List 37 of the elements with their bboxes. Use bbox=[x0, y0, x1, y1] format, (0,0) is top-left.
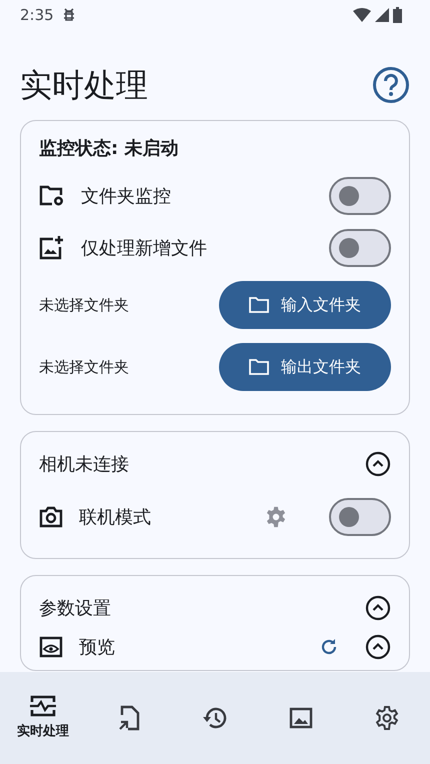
switch-label: 仅处理新增文件 bbox=[81, 236, 208, 260]
preview-icon bbox=[39, 636, 63, 658]
collapse-icon[interactable] bbox=[365, 595, 391, 621]
folder-path: 未选择文件夹 bbox=[39, 356, 129, 378]
folder-button[interactable]: 输出文件夹 bbox=[219, 343, 391, 391]
file-export-icon bbox=[118, 705, 140, 731]
toggle-switch[interactable] bbox=[329, 229, 391, 267]
folder-button[interactable]: 输入文件夹 bbox=[219, 281, 391, 329]
preview-label: 预览 bbox=[79, 636, 116, 660]
folder-path: 未选择文件夹 bbox=[39, 294, 129, 316]
add-image-icon bbox=[39, 236, 65, 260]
battery-icon bbox=[393, 7, 402, 23]
switch-label: 文件夹监控 bbox=[81, 184, 172, 208]
help-icon[interactable] bbox=[372, 66, 410, 104]
settings-icon bbox=[375, 706, 399, 730]
collapse-icon[interactable] bbox=[365, 634, 391, 660]
settings-icon[interactable] bbox=[265, 506, 287, 528]
signal-icon bbox=[375, 8, 389, 22]
folder-icon bbox=[249, 297, 269, 313]
status-time: 2:35 bbox=[20, 4, 54, 26]
wifi-icon bbox=[353, 8, 371, 22]
parameters-title: 参数设置 bbox=[39, 596, 111, 620]
toggle-switch[interactable] bbox=[329, 177, 391, 215]
page-title: 实时处理 bbox=[20, 66, 148, 104]
tethered-mode-label: 联机模式 bbox=[79, 506, 152, 530]
debug-icon bbox=[62, 7, 76, 23]
camera-status: 相机未连接 bbox=[39, 452, 129, 476]
history-icon bbox=[202, 706, 228, 730]
camera-icon bbox=[39, 506, 63, 528]
image-icon bbox=[289, 706, 313, 730]
monitor-status: 监控状态: 未启动 bbox=[39, 137, 180, 161]
toggle-switch[interactable] bbox=[329, 498, 391, 536]
nav-tab[interactable]: 实时处理 bbox=[0, 672, 86, 764]
pulse-icon bbox=[29, 694, 57, 718]
folder-icon bbox=[249, 359, 269, 375]
refresh-icon[interactable] bbox=[319, 637, 339, 657]
collapse-icon[interactable] bbox=[365, 451, 391, 477]
